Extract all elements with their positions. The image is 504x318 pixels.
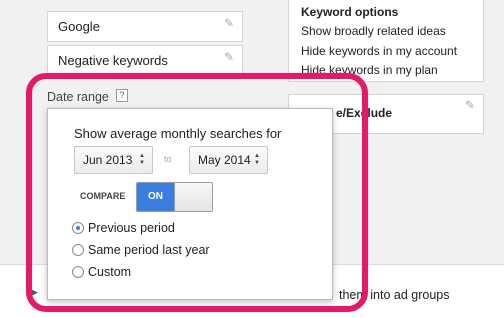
network-label: Google [58,19,100,34]
expand-triangle-icon[interactable]: ▶ [31,287,38,298]
start-date-value: Jun 2013 [83,153,133,167]
keyword-option-item: Hide keywords in my plan [301,63,438,77]
help-icon[interactable]: ? [116,89,128,102]
keyword-options-panel[interactable]: Keyword options Show broadly related ide… [288,0,484,82]
pencil-icon[interactable]: ✎ [224,51,234,63]
radio-label: Custom [88,265,132,279]
start-date-select[interactable]: Jun 2013 ▲ ▼ [74,146,153,174]
up-down-arrow-icon: ▲ ▼ [139,153,145,166]
pencil-icon[interactable]: ✎ [465,99,475,111]
end-date-select[interactable]: May 2014 ▲ ▼ [189,146,268,174]
compare-label: COMPARE [80,191,126,201]
date-range-label: Date range [47,90,109,104]
popup-title: Show average monthly searches for [74,126,282,141]
toggle-on-label: ON [137,183,174,211]
ad-groups-text: them into ad groups [339,288,450,302]
include-exclude-label: e/Exclude [336,106,393,120]
radio-button-checked[interactable] [72,222,84,234]
targeting-row-negative-keywords[interactable]: Negative keywords ✎ [47,45,243,76]
compare-toggle[interactable]: ON [136,182,213,212]
radio-label: Previous period [88,221,175,235]
keyword-option-item: Hide keywords in my account [301,44,458,58]
date-range-popup: Show average monthly searches for Jun 20… [47,108,333,300]
radio-label: Same period last year [88,243,210,257]
up-down-arrow-icon: ▲ ▼ [254,153,260,166]
to-label: to [164,154,172,164]
radio-button[interactable] [72,244,84,256]
pencil-icon[interactable]: ✎ [224,17,234,29]
end-date-value: May 2014 [198,153,251,167]
keyword-option-item: Show broadly related ideas [301,24,446,38]
negative-keywords-label: Negative keywords [58,53,168,68]
toggle-knob[interactable] [174,183,212,211]
targeting-row-network[interactable]: Google ✎ [47,11,243,42]
radio-button[interactable] [72,266,84,278]
keyword-options-title: Keyword options [301,5,399,19]
